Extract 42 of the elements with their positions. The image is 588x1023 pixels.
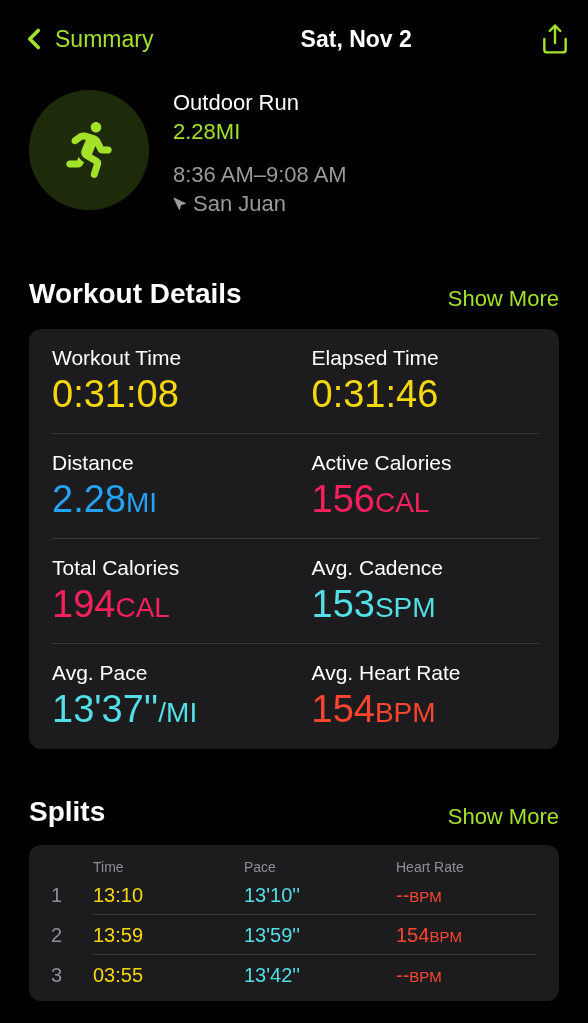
split-time: 13:59 xyxy=(93,922,145,948)
metric-value: 0:31:08 xyxy=(52,372,180,417)
column-header: Time xyxy=(93,858,125,877)
show-more-link[interactable]: Show More xyxy=(447,800,559,833)
page-title: Sat, Nov 2 xyxy=(300,24,412,54)
metric-value: 154BPM xyxy=(311,687,437,732)
metric-label: Avg. Cadence xyxy=(311,555,445,581)
metric-value: 0:31:46 xyxy=(311,372,440,417)
workout-distance: 2.28MI xyxy=(173,118,242,146)
split-time: 13:10 xyxy=(93,882,145,908)
split-number: 1 xyxy=(51,883,64,908)
metric-label: Workout Time xyxy=(52,345,183,371)
section-title: Workout Details xyxy=(29,277,242,311)
split-number: 2 xyxy=(51,923,64,948)
split-pace: 13'10'' xyxy=(244,882,301,908)
metric-value: 13'37''/MI xyxy=(52,687,199,732)
metric-label: Active Calories xyxy=(311,450,453,476)
metric-label: Avg. Pace xyxy=(52,660,149,686)
metric-label: Avg. Heart Rate xyxy=(311,660,462,686)
section-title: Splits xyxy=(29,795,106,829)
location-icon xyxy=(173,196,187,211)
split-heart-rate: --BPM xyxy=(396,882,443,908)
metric-value: 153SPM xyxy=(311,582,437,627)
split-heart-rate: --BPM xyxy=(396,963,443,988)
metric-label: Total Calories xyxy=(52,555,181,581)
back-button[interactable]: Summary xyxy=(17,21,154,57)
time-range: 8:36 AM–9:08 AM xyxy=(173,161,347,189)
workout-type: Outdoor Run xyxy=(173,89,300,117)
metric-value: 194CAL xyxy=(52,582,171,627)
column-header: Heart Rate xyxy=(396,858,465,877)
split-heart-rate: 154BPM xyxy=(396,922,463,948)
column-header: Pace xyxy=(244,858,277,877)
split-number: 3 xyxy=(51,963,64,988)
metric-label: Distance xyxy=(52,450,135,476)
metric-label: Elapsed Time xyxy=(311,345,440,371)
location: San Juan xyxy=(193,190,286,218)
metric-value: 2.28MI xyxy=(52,477,159,522)
metric-value: 156CAL xyxy=(311,477,431,522)
split-pace: 13'59'' xyxy=(244,922,301,948)
split-time: 03:55 xyxy=(93,963,145,988)
split-pace: 13'42'' xyxy=(244,963,301,988)
show-more-link[interactable]: Show More xyxy=(447,282,559,315)
